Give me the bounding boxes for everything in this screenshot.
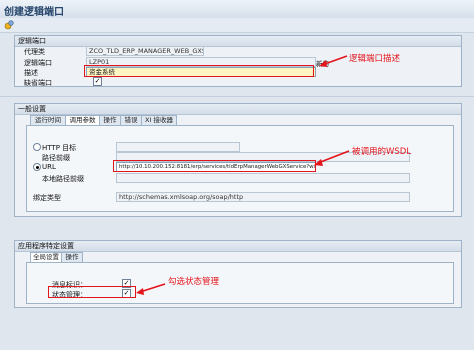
arrow-wsdl-icon [314,150,350,166]
path-prefix-label: 路径前缀 [42,154,70,162]
general-tabs: 运行时间 调用参数 操作 错误 XI 接收器 [30,115,230,126]
tab-xi-receiver[interactable]: XI 接收器 [141,115,177,125]
annotation-wsdl: 被调用的WSDL [352,147,412,157]
group-header: 一般设置 [15,104,461,115]
binding-type-label: 绑定类型 [33,194,61,202]
local-path-prefix-label: 本地路径前缀 [42,175,84,183]
tab-app-operation[interactable]: 操作 [61,252,83,262]
http-target-field[interactable] [116,142,240,152]
http-target-radio[interactable] [33,143,41,151]
local-path-prefix-field[interactable] [116,173,410,183]
url-label: URL [42,163,56,171]
arrow-desc-icon [319,55,348,67]
url-radio[interactable] [33,163,41,171]
annotation-state: 勾选状态管理 [168,277,220,287]
http-target-label: HTTP 目标 [42,144,77,152]
group-header: 应用程序特定设置 [15,241,461,252]
logical-port-label: 逻辑端口 [24,59,52,67]
group-header: 逻辑端口 [15,36,461,47]
tab-runtime[interactable]: 运行时间 [30,115,66,125]
description-label: 描述 [24,69,38,77]
settings-icon[interactable] [4,20,14,30]
default-port-label: 缺省端口 [24,79,52,87]
arrow-state-icon [136,283,166,295]
binding-type-field[interactable]: http://schemas.xmlsoap.org/soap/http [116,192,410,202]
tab-error[interactable]: 错误 [120,115,142,125]
annotation-desc: 逻辑端口描述 [349,54,401,64]
description-highlight-box [84,65,314,77]
state-mgmt-highlight-box [48,286,136,298]
toolbar [0,18,474,33]
window-title: 创建逻辑端口 [4,7,64,18]
title-bar: 创建逻辑端口 [0,0,474,19]
default-port-checkbox[interactable]: ✓ [93,77,102,86]
divider [0,96,474,97]
proxy-class-field[interactable]: ZCO_TLD_ERP_MANAGER_WEB_GXSERV [86,46,204,56]
proxy-class-label: 代理类 [24,48,45,56]
tab-operation[interactable]: 操作 [99,115,121,125]
url-highlight-box [113,160,316,172]
app-tabs: 全局设置 操作 [30,252,110,263]
